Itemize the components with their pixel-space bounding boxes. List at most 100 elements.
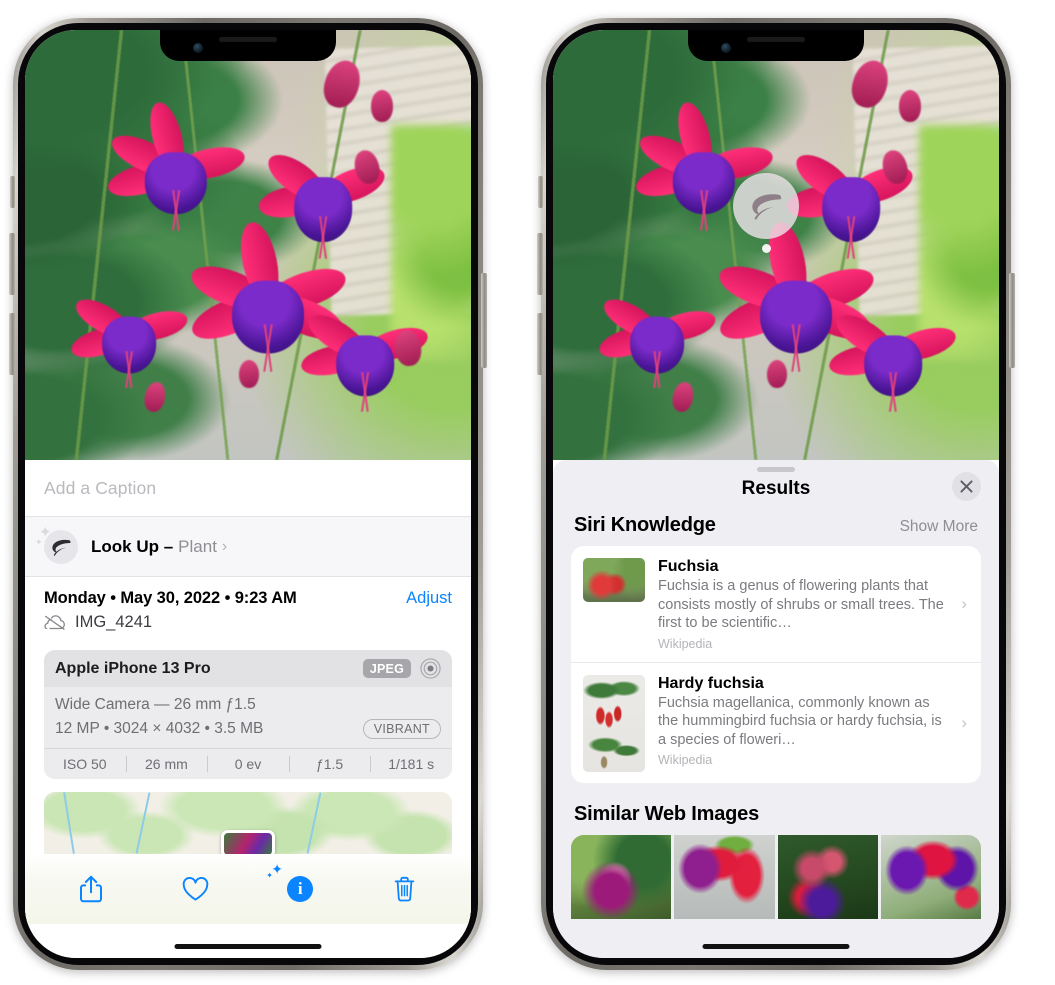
info-button[interactable]: i ✦ ✦ (266, 862, 320, 909)
power-button-left[interactable] (481, 273, 487, 368)
earpiece-speaker-icon (219, 37, 277, 42)
similar-web-images-header: Similar Web Images (553, 783, 999, 835)
look-up-text: Look Up – (91, 537, 174, 556)
volume-up-button-left[interactable] (9, 233, 15, 295)
photo-info-sheet: Add a Caption ✦ ✦ Look Up – Plant › Mond… (25, 460, 471, 958)
screenshot-canvas: Add a Caption ✦ ✦ Look Up – Plant › Mond… (0, 0, 1055, 985)
look-up-label: Look Up – Plant › (91, 537, 227, 557)
trash-icon (394, 876, 415, 902)
caption-input[interactable]: Add a Caption (44, 478, 156, 499)
iphone-right-visual-lookup: Results Siri Knowledge Show More Fuchsia… (537, 18, 1015, 970)
similar-image-thumbnail[interactable] (571, 834, 672, 919)
photos-bottom-toolbar: i ✦ ✦ (25, 854, 471, 924)
close-icon (960, 480, 973, 493)
knowledge-title: Fuchsia (658, 558, 719, 575)
knowledge-title: Hardy fuchsia (658, 674, 764, 692)
notch-right (688, 30, 864, 61)
photo-filename: IMG_4241 (75, 613, 153, 631)
show-more-button[interactable]: Show More (900, 518, 978, 536)
map-photo-pin[interactable] (221, 830, 275, 854)
flower-bud (899, 90, 921, 122)
look-up-kind: Plant (178, 537, 217, 556)
sparkle-icon: ✦ (35, 537, 43, 547)
exif-row: ISO 50 26 mm 0 ev ƒ1.5 1/181 s (44, 748, 452, 779)
sparkle-icon: ✦ (266, 871, 273, 880)
similar-web-images-strip[interactable] (571, 834, 981, 919)
fuchsia-blossom (595, 265, 719, 389)
power-button-right[interactable] (1009, 273, 1015, 368)
visual-lookup-badge[interactable] (733, 173, 799, 239)
share-button[interactable] (71, 869, 111, 909)
knowledge-source: Wikipedia (658, 753, 713, 768)
similar-image-thumbnail[interactable] (880, 834, 981, 919)
camera-device-name: Apple iPhone 13 Pro (55, 659, 211, 677)
exif-iso: ISO 50 (63, 756, 107, 772)
location-map[interactable] (44, 792, 452, 854)
lens-circle-icon (420, 658, 441, 679)
results-title: Results (741, 478, 811, 499)
flower-bud (371, 90, 393, 122)
front-camera-icon (193, 43, 203, 53)
knowledge-row[interactable]: Fuchsia Fuchsia is a genus of flowering … (571, 546, 981, 662)
photo-viewer-right[interactable] (553, 30, 999, 460)
metadata-date-row: Monday • May 30, 2022 • 9:23 AM Adjust (44, 589, 452, 608)
volume-down-button-right[interactable] (537, 313, 543, 375)
screen-right: Results Siri Knowledge Show More Fuchsia… (553, 30, 999, 958)
sparkle-icon: ✦ (271, 861, 283, 877)
info-icon: i (287, 876, 314, 902)
mute-switch-right[interactable] (538, 176, 543, 208)
look-up-plant-row[interactable]: ✦ ✦ Look Up – Plant › (25, 516, 471, 576)
home-indicator-left[interactable] (174, 944, 322, 949)
knowledge-description: Fuchsia magellanica, commonly known as t… (658, 694, 942, 748)
knowledge-thumbnail (583, 674, 645, 772)
volume-up-button-right[interactable] (537, 233, 543, 295)
exif-shutter: 1/181 s (370, 749, 452, 779)
fuchsia-blossom (67, 265, 191, 389)
notch-left (160, 30, 336, 61)
photo-viewer-left[interactable] (25, 30, 471, 460)
flower-bud (239, 360, 259, 388)
knowledge-row[interactable]: Hardy fuchsia Fuchsia magellanica, commo… (571, 661, 981, 783)
photographic-style-badge: VIBRANT (362, 719, 441, 739)
camera-card-body: Wide Camera — 26 mm ƒ1.5 12 MP • 3024 × … (44, 687, 452, 748)
chevron-right-icon: › (961, 713, 967, 733)
camera-lens-line: Wide Camera — 26 mm ƒ1.5 (55, 696, 256, 713)
favorite-button[interactable] (176, 869, 216, 909)
visual-lookup-anchor-dot (762, 244, 771, 253)
exif-focal: 26 mm (125, 749, 208, 779)
siri-knowledge-card: Fuchsia Fuchsia is a genus of flowering … (571, 546, 981, 783)
cloud-slash-icon (44, 615, 65, 630)
leaf-icon (752, 193, 782, 220)
close-button[interactable] (952, 472, 981, 501)
similar-image-thumbnail[interactable] (674, 834, 775, 919)
share-icon (80, 875, 103, 903)
metadata-file-row: IMG_4241 (44, 613, 452, 632)
home-indicator-right[interactable] (702, 944, 850, 949)
delete-button[interactable] (385, 869, 425, 909)
heart-icon (182, 876, 209, 901)
exif-aperture: ƒ1.5 (288, 749, 371, 779)
siri-knowledge-header: Siri Knowledge Show More (553, 514, 999, 546)
volume-down-button-left[interactable] (9, 313, 15, 375)
iphone-left-photos-info: Add a Caption ✦ ✦ Look Up – Plant › Mond… (9, 18, 487, 970)
front-camera-icon (721, 43, 731, 53)
exif-exposure: 0 ev (207, 749, 289, 779)
chevron-right-icon: › (961, 594, 967, 614)
camera-info-card[interactable]: Apple iPhone 13 Pro JPEG Wide Camera — 2… (44, 650, 452, 779)
similar-web-images-heading: Similar Web Images (574, 802, 759, 825)
leaf-icon: ✦ ✦ (35, 525, 78, 564)
adjust-button[interactable]: Adjust (406, 589, 452, 608)
photo-metadata: Monday • May 30, 2022 • 9:23 AM Adjust I… (25, 576, 471, 640)
photo-date: Monday • May 30, 2022 • 9:23 AM (44, 589, 297, 607)
fuchsia-blossom (826, 280, 960, 413)
knowledge-thumbnail (583, 558, 645, 602)
earpiece-speaker-icon (747, 37, 805, 42)
similar-image-thumbnail[interactable] (777, 834, 878, 919)
knowledge-source: Wikipedia (658, 636, 713, 651)
mute-switch-left[interactable] (10, 176, 15, 208)
camera-specs-line: 12 MP • 3024 × 4032 • 3.5 MB (55, 720, 264, 737)
format-badge: JPEG (362, 659, 411, 678)
camera-card-header: Apple iPhone 13 Pro JPEG (44, 650, 452, 687)
caption-field-row[interactable]: Add a Caption (25, 460, 471, 516)
results-sheet: Results Siri Knowledge Show More Fuchsia… (553, 460, 999, 958)
